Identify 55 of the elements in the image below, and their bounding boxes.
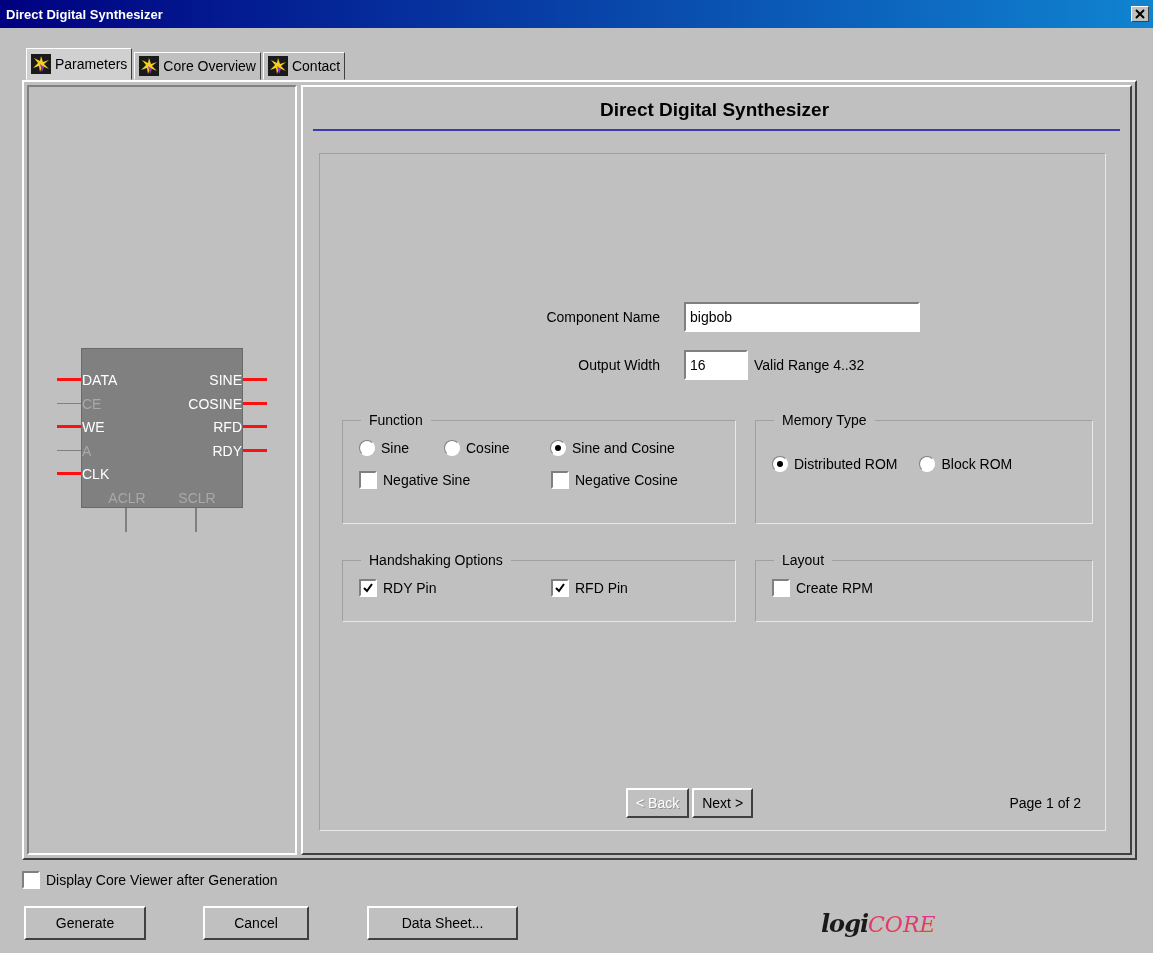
tab[interactable]: Core Overview [134,52,261,80]
pin-label: CLK [82,465,111,484]
checkbox-option[interactable]: Create RPM [772,579,874,597]
tab[interactable]: Contact [262,52,346,80]
next-button[interactable]: Next > [692,788,754,818]
generate-button[interactable]: Generate [24,906,146,940]
field-label: Output Width [578,357,660,373]
radio-circle[interactable] [919,456,936,472]
checkbox-option[interactable]: Display Core Viewer after Generation [22,871,278,889]
logo: logiCORE [821,908,936,938]
pin-label: RFD [213,418,242,437]
checkbox-option[interactable]: RDY Pin [359,579,529,597]
radio-circle[interactable] [444,440,460,456]
checkbox-option[interactable]: Negative Cosine [551,471,721,489]
sparkle-icon [267,56,288,76]
panel-heading: Direct Digital Synthesizer [598,98,831,122]
radio-option[interactable]: Sine and Cosine [550,440,675,456]
pin-label: DATA [82,371,118,390]
radio-option[interactable]: Distributed ROM [772,456,898,472]
check-icon [554,582,566,594]
group-title: Memory Type [781,412,868,428]
radio-circle[interactable] [772,456,788,472]
tab[interactable]: Parameters [26,48,133,80]
sparkle-icon [31,54,51,74]
group-title: Layout [781,552,826,568]
close-button[interactable] [1131,6,1149,22]
radio-circle[interactable] [359,440,375,456]
hint-text: Valid Range 4..32 [754,357,865,373]
pin-label: RDY [212,441,242,461]
input-field[interactable]: bigbob [684,302,920,332]
sparkle-icon [139,56,160,76]
checkbox-option[interactable]: Negative Sine [359,471,529,489]
radio-option[interactable]: Sine [359,440,410,456]
checkbox[interactable] [22,871,40,889]
checkbox[interactable] [772,579,790,597]
group-title: Handshaking Options [368,552,504,568]
pin-label: WE [82,418,106,437]
check-icon [362,582,374,594]
radio-option[interactable]: Block ROM [919,456,1013,472]
checkbox[interactable] [359,471,377,489]
page-indicator: Page 1 of 2 [1009,795,1081,811]
cancel-button[interactable]: Cancel [203,906,309,940]
window-title: Direct Digital Synthesizer [6,6,163,22]
checkbox-option[interactable]: RFD Pin [551,579,721,597]
pin-label: SINE [209,371,242,390]
input-field[interactable]: 16 [684,350,748,380]
group-title: Function [368,412,424,428]
checkbox[interactable] [551,579,569,597]
radio-option[interactable]: Cosine [444,440,510,456]
pin-label: COSINE [188,394,242,414]
field-label: Component Name [546,309,660,325]
checkbox[interactable] [359,579,377,597]
checkbox[interactable] [551,471,569,489]
data-sheet-button[interactable]: Data Sheet... [367,906,518,940]
radio-circle[interactable] [550,440,566,456]
